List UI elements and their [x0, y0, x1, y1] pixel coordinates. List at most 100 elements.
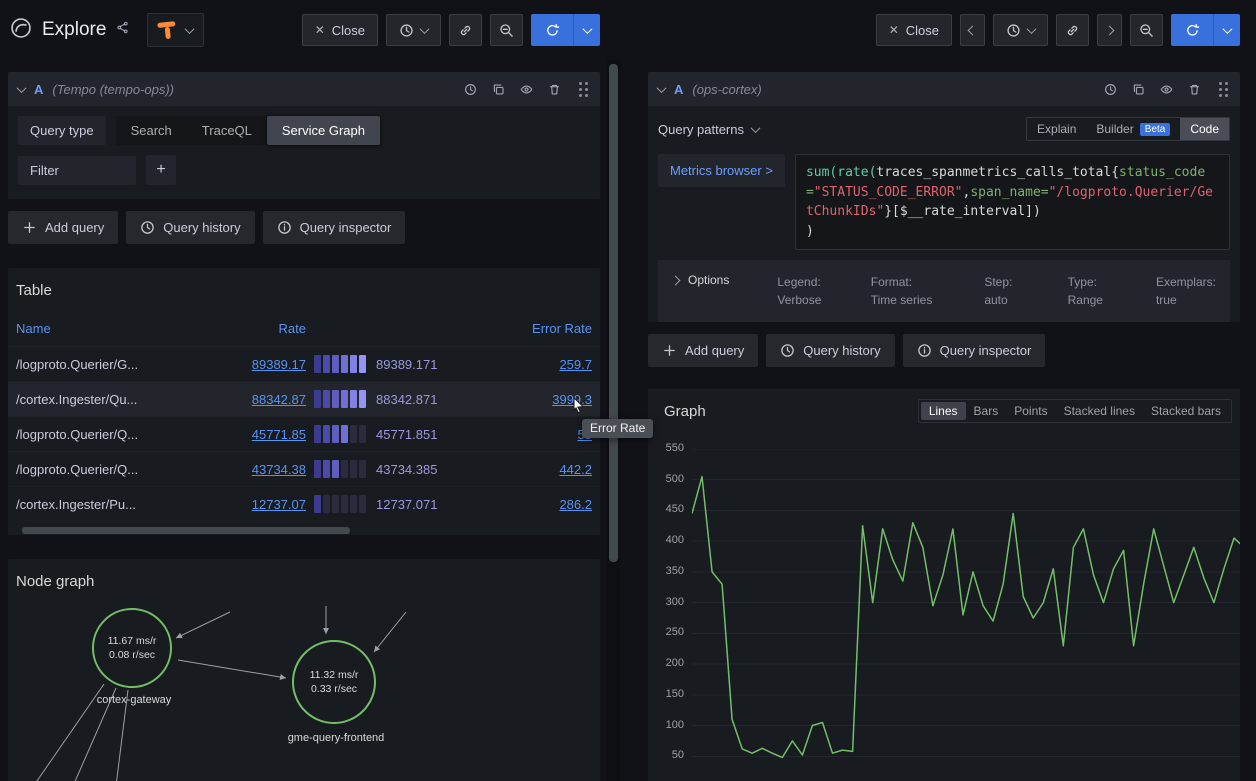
graph-style-lines[interactable]: Lines	[921, 402, 966, 420]
collapse-icon[interactable]	[657, 83, 667, 93]
move-split-right-button[interactable]	[1097, 14, 1122, 46]
mouse-cursor	[570, 396, 588, 419]
close-icon: ✕	[315, 23, 325, 37]
clock-icon	[1006, 23, 1021, 38]
add-query-button[interactable]: Add query	[648, 334, 758, 367]
query-type-group: Search TraceQL Service Graph	[116, 116, 380, 145]
mode-explain[interactable]: Explain	[1027, 118, 1086, 140]
query-patterns-dropdown[interactable]: Query patterns	[658, 122, 759, 137]
copy-icon[interactable]	[1132, 83, 1145, 96]
query-history-button[interactable]: Query history	[126, 211, 254, 244]
rate-link[interactable]: 12737.07	[252, 497, 306, 512]
add-filter-button[interactable]: +	[146, 155, 176, 185]
chevron-right-icon	[1105, 25, 1115, 35]
query-history-button[interactable]: Query history	[766, 334, 894, 367]
mode-code[interactable]: Code	[1180, 118, 1229, 140]
link-icon	[458, 23, 473, 38]
query-datasource-name: (ops-cortex)	[692, 82, 761, 97]
query-type-traceql[interactable]: TraceQL	[187, 116, 267, 145]
promql-code-editor[interactable]: sum(rate(traces_spanmetrics_calls_total{…	[795, 154, 1230, 250]
column-header-error-rate[interactable]: Error Rate	[481, 321, 592, 336]
cell-name: /logproto.Querier/Q...	[16, 427, 166, 442]
datasource-picker[interactable]	[147, 13, 204, 47]
bar-gauge	[314, 495, 366, 513]
column-header-rate[interactable]: Rate	[166, 321, 306, 336]
close-split-button[interactable]: ✕ Close	[876, 14, 952, 46]
left-pane: Explore ✕ Close	[0, 0, 608, 781]
history-icon[interactable]	[464, 83, 477, 96]
graph-style-group: Lines Bars Points Stacked lines Stacked …	[918, 399, 1232, 423]
graph-panel: Graph Lines Bars Points Stacked lines St…	[648, 389, 1240, 781]
error-rate-link[interactable]: 286.2	[559, 497, 592, 512]
history-icon	[140, 220, 155, 235]
mode-builder[interactable]: Builder Beta	[1086, 118, 1180, 140]
graph-style-stacked-lines[interactable]: Stacked lines	[1056, 402, 1143, 420]
bar-gauge	[314, 355, 366, 373]
node-label: gme-query-frontend	[271, 732, 401, 744]
collapse-icon[interactable]	[17, 83, 27, 93]
copy-icon[interactable]	[492, 83, 505, 96]
query-type-service-graph[interactable]: Service Graph	[267, 116, 380, 145]
scrollbar-thumb[interactable]	[609, 64, 618, 562]
table-horizontal-scrollbar[interactable]	[14, 526, 594, 535]
query-row-header[interactable]: A (ops-cortex)	[648, 72, 1240, 106]
run-query-split-button	[531, 14, 600, 46]
time-picker-button[interactable]	[993, 14, 1048, 46]
copy-link-button[interactable]	[449, 14, 482, 46]
graph-node-cortex-gateway[interactable]: 11.67 ms/r 0.08 r/sec	[92, 608, 172, 688]
column-header-name[interactable]: Name	[16, 321, 166, 336]
zoom-out-button[interactable]	[1130, 14, 1163, 46]
node-label: cortex-gateway	[69, 694, 199, 706]
node-graph-title: Node graph	[8, 567, 600, 602]
run-query-split-button	[1171, 14, 1240, 46]
run-query-button[interactable]	[531, 14, 573, 46]
bar-gauge	[314, 425, 366, 443]
run-query-dropdown[interactable]	[573, 14, 600, 46]
node-graph-canvas[interactable]: 11.67 ms/r 0.08 r/sec cortex-gateway 11.…	[16, 602, 592, 781]
error-rate-link[interactable]: 442.2	[559, 462, 592, 477]
query-patterns-row: Query patterns Explain Builder Beta Code	[648, 106, 1240, 146]
drag-handle-icon[interactable]	[1219, 82, 1222, 85]
query-row-header[interactable]: A (Tempo (tempo-ops))	[8, 72, 600, 106]
filter-row: Filter +	[18, 155, 590, 185]
options-toggle[interactable]: Options	[672, 273, 729, 287]
rate-link[interactable]: 45771.85	[252, 427, 306, 442]
zoom-out-button[interactable]	[490, 14, 523, 46]
rate-link[interactable]: 88342.87	[252, 392, 306, 407]
rate-link[interactable]: 89389.17	[252, 357, 306, 372]
drag-handle-icon[interactable]	[579, 82, 582, 85]
time-series-chart[interactable]: 550500450400350300250200150100500	[656, 449, 1232, 781]
graph-node-gme-query-frontend[interactable]: 11.32 ms/r 0.33 r/sec	[292, 640, 376, 724]
bar-gauge-value: 43734.385	[376, 462, 437, 477]
query-type-search[interactable]: Search	[116, 116, 187, 145]
rate-link[interactable]: 43734.38	[252, 462, 306, 477]
trash-icon[interactable]	[548, 83, 561, 96]
graph-style-points[interactable]: Points	[1006, 402, 1055, 420]
eye-icon[interactable]	[1160, 83, 1173, 96]
scrollbar-thumb[interactable]	[22, 527, 350, 534]
query-inspector-button[interactable]: Query inspector	[263, 211, 406, 244]
run-query-dropdown[interactable]	[1213, 14, 1240, 46]
error-rate-link[interactable]: 259.7	[559, 357, 592, 372]
chevron-down-icon	[1027, 24, 1037, 34]
left-toolbar: Explore ✕ Close	[0, 0, 608, 60]
right-action-buttons: Add query Query history Query inspector	[648, 334, 1240, 367]
option-format: Format: Time series	[871, 273, 937, 309]
share-icon[interactable]	[116, 21, 129, 39]
copy-link-button[interactable]	[1056, 14, 1089, 46]
move-split-left-button[interactable]	[960, 14, 985, 46]
plus-icon	[22, 220, 37, 235]
run-query-button[interactable]	[1171, 14, 1213, 46]
graph-style-bars[interactable]: Bars	[966, 402, 1007, 420]
query-type-label: Query type	[18, 116, 106, 145]
history-icon[interactable]	[1104, 83, 1117, 96]
close-split-button[interactable]: ✕ Close	[302, 14, 378, 46]
metrics-browser-button[interactable]: Metrics browser >	[658, 154, 785, 187]
time-picker-button[interactable]	[386, 14, 441, 46]
info-circle-icon	[277, 220, 292, 235]
graph-style-stacked-bars[interactable]: Stacked bars	[1143, 402, 1229, 420]
trash-icon[interactable]	[1188, 83, 1201, 96]
add-query-button[interactable]: Add query	[8, 211, 118, 244]
query-inspector-button[interactable]: Query inspector	[903, 334, 1046, 367]
eye-icon[interactable]	[520, 83, 533, 96]
